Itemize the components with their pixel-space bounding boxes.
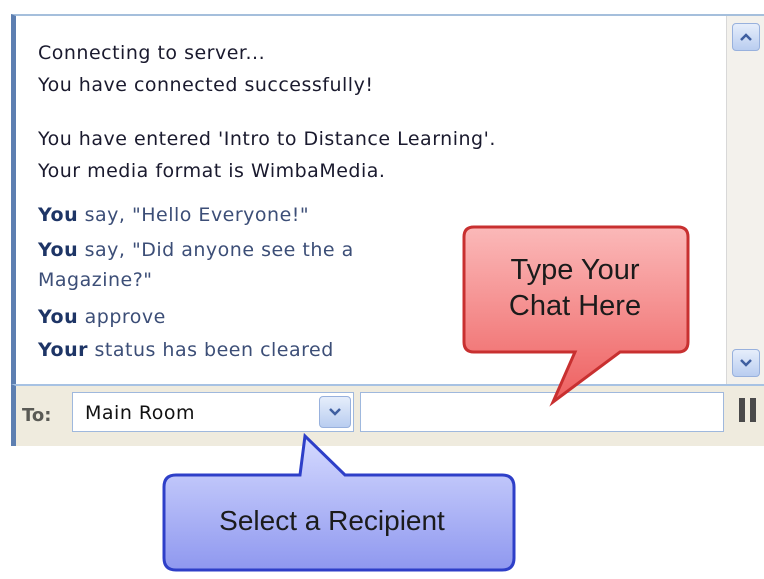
blue-callout-bubble: [162, 432, 516, 572]
select-recipient-callout: Select a Recipient: [219, 505, 445, 536]
callout-line: Chat Here: [508, 290, 642, 322]
type-chat-callout: Type Your Chat Here: [470, 252, 680, 324]
callout-line: Type Your: [510, 254, 640, 286]
